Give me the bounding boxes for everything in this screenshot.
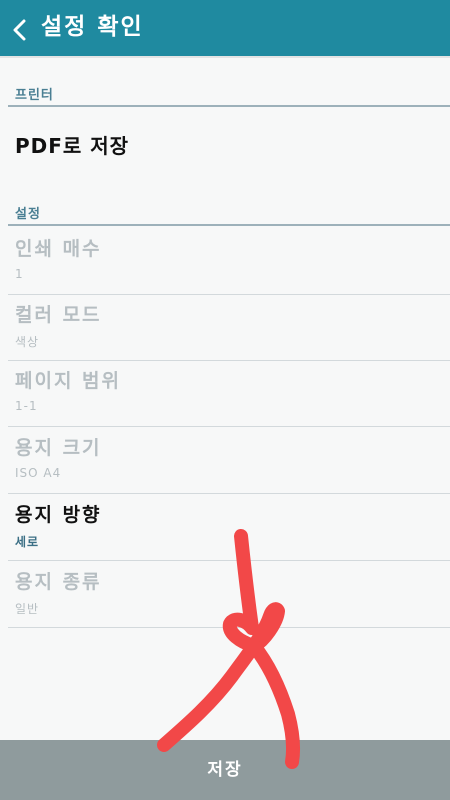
setting-value: 일반 [15,602,40,616]
print-settings-screen: 설정 확인 프린터 PDF로 저장 설정 인쇄 매수 1 컬러 모드 색상 페이… [0,0,450,800]
save-button[interactable]: 저장 [0,740,450,800]
row-divider [8,493,450,494]
setting-item-paper-size[interactable]: 용지 크기 ISO A4 [0,428,450,494]
app-bar: 설정 확인 [0,0,450,56]
section-header-settings: 설정 [0,196,450,226]
printer-name: PDF로 저장 [15,134,130,158]
setting-value: 1 [15,267,24,281]
row-divider [8,627,450,628]
setting-value: ISO A4 [15,466,62,480]
page-title: 설정 확인 [41,14,144,40]
printer-selector[interactable]: PDF로 저장 [0,112,450,182]
setting-title: 인쇄 매수 [15,238,102,260]
row-divider [8,560,450,561]
back-button[interactable] [4,6,36,50]
row-divider [8,426,450,427]
setting-item-color-mode[interactable]: 컬러 모드 색상 [0,295,450,361]
setting-item-orientation[interactable]: 용지 방향 세로 [0,495,450,561]
section-label-settings: 설정 [15,207,41,222]
setting-value: 색상 [15,335,40,349]
setting-item-page-range[interactable]: 페이지 범위 1-1 [0,361,450,427]
setting-item-copies[interactable]: 인쇄 매수 1 [0,229,450,295]
setting-title: 용지 크기 [15,437,102,459]
section-label-printer: 프린터 [15,88,54,103]
setting-item-paper-type[interactable]: 용지 종류 일반 [0,562,450,628]
setting-title: 용지 종류 [15,571,102,593]
setting-title: 용지 방향 [15,504,102,526]
setting-value: 1-1 [15,399,38,413]
setting-title: 페이지 범위 [15,370,122,392]
section-divider [8,224,450,226]
chevron-left-icon [13,19,26,41]
bottom-action-bar: 저장 [0,740,450,800]
section-divider [8,105,450,107]
setting-value: 세로 [15,535,40,549]
setting-title: 컬러 모드 [15,304,102,326]
section-header-printer: 프린터 [0,77,450,107]
